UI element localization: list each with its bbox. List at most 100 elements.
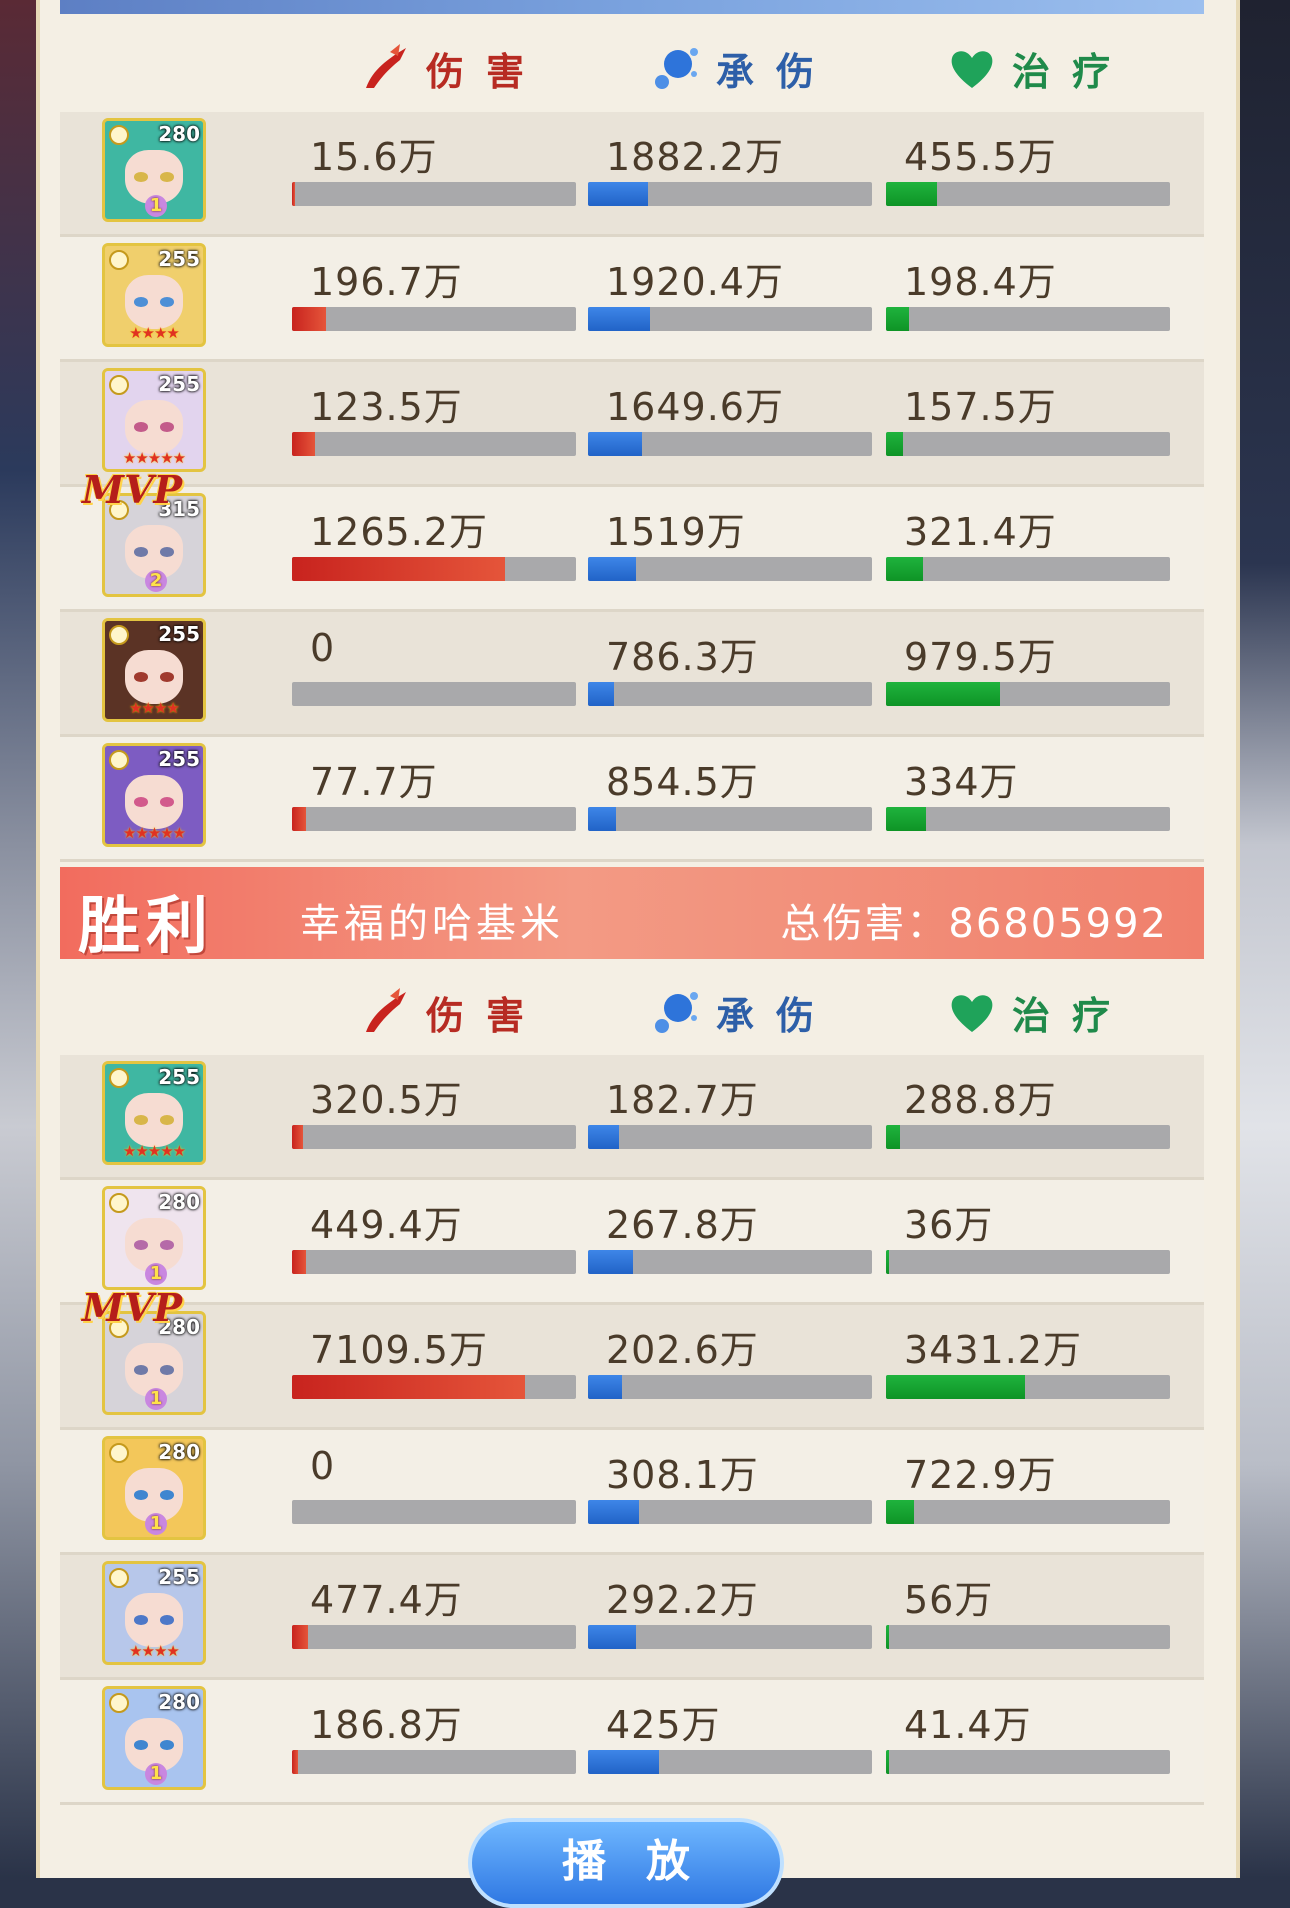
heal-bar-fill: [886, 1750, 889, 1774]
tank-stat: 1649.6万: [588, 362, 872, 487]
player-row[interactable]: 280 1 15.6万 1882.2万 455.5万: [60, 112, 1204, 237]
tank-bar: [588, 1250, 872, 1274]
damage-value: 186.8万: [310, 1703, 463, 1747]
player-row[interactable]: 280 1 186.8万 425万 41.4万: [60, 1680, 1204, 1805]
tank-bar: [588, 432, 872, 456]
hero-portrait[interactable]: 255 ★★★★: [102, 1561, 206, 1665]
damage-value: 123.5万: [310, 385, 463, 429]
damage-value: 1265.2万: [310, 510, 488, 554]
heal-bar: [886, 1250, 1170, 1274]
damage-stat: 15.6万: [292, 112, 576, 237]
player-row[interactable]: 280 1 0 308.1万 722.9万: [60, 1430, 1204, 1555]
hero-eye: [134, 421, 149, 432]
damage-icon: [366, 988, 406, 1032]
tank-stat: 267.8万: [588, 1180, 872, 1305]
damage-stat: 77.7万: [292, 737, 576, 862]
tank-stat: 1882.2万: [588, 112, 872, 237]
play-button[interactable]: 播放: [468, 1818, 784, 1908]
hero-eye: [134, 546, 149, 557]
element-icon: [109, 1443, 129, 1463]
heal-bar-fill: [886, 682, 1000, 706]
heal-stat: 198.4万: [886, 237, 1170, 362]
hero-level: 255: [158, 1565, 200, 1589]
player-row[interactable]: 255 ★★★★★ 123.5万 1649.6万 157.5万: [60, 362, 1204, 487]
heal-bar: [886, 1625, 1170, 1649]
player-row[interactable]: 280 1 449.4万 267.8万 36万: [60, 1180, 1204, 1305]
damage-bar-fill: [292, 1375, 525, 1399]
element-icon: [109, 1068, 129, 1088]
element-icon: [109, 1693, 129, 1713]
tank-bar-fill: [588, 1250, 634, 1274]
player-row[interactable]: 255 ★★★★★ 77.7万 854.5万 334万: [60, 737, 1204, 862]
hero-portrait[interactable]: 280 1: [102, 1436, 206, 1540]
damage-stat: 320.5万: [292, 1055, 576, 1180]
damage-bar-fill: [292, 1750, 298, 1774]
damage-bar: [292, 432, 576, 456]
tank-bar-fill: [588, 307, 651, 331]
hero-level: 255: [158, 747, 200, 771]
hero-level: 255: [158, 247, 200, 271]
damage-bar: [292, 1750, 576, 1774]
tank-bar-fill: [588, 807, 617, 831]
damage-bar-fill: [292, 307, 327, 331]
tank-stat: 1519万: [588, 487, 872, 612]
tank-stat: 854.5万: [588, 737, 872, 862]
damage-bar: [292, 182, 576, 206]
heal-stat: 41.4万: [886, 1680, 1170, 1805]
damage-stat: 1265.2万: [292, 487, 576, 612]
tank-bar: [588, 182, 872, 206]
hero-portrait[interactable]: 280 1: [102, 1186, 206, 1290]
tank-stat: 202.6万: [588, 1305, 872, 1430]
heal-bar-fill: [886, 1375, 1026, 1399]
hero-level: 280: [158, 1190, 200, 1214]
hero-portrait[interactable]: 280 1: [102, 1686, 206, 1790]
player-row[interactable]: 255 ★★★★★ 320.5万 182.7万 288.8万: [60, 1055, 1204, 1180]
hero-eye: [134, 1114, 149, 1125]
hero-level: 280: [158, 122, 200, 146]
heal-value: 157.5万: [904, 385, 1057, 429]
heal-header: 治疗: [946, 968, 1132, 1056]
hero-eye: [134, 1739, 149, 1750]
heal-bar-fill: [886, 1250, 889, 1274]
damage-stat: 477.4万: [292, 1555, 576, 1680]
tank-bar: [588, 557, 872, 581]
damage-header: 伤害: [360, 968, 546, 1056]
tank-bar: [588, 1375, 872, 1399]
hero-portrait[interactable]: 280 1: [102, 118, 206, 222]
element-icon: [109, 1193, 129, 1213]
damage-bar: [292, 1500, 576, 1524]
hero-portrait[interactable]: 255 ★★★★★: [102, 743, 206, 847]
damage-stat: 0: [292, 612, 576, 737]
heal-bar-fill: [886, 1125, 901, 1149]
total-damage: 总伤害：86805992: [780, 901, 1168, 947]
heal-stat: 36万: [886, 1180, 1170, 1305]
player-row[interactable]: 255 ★★★★ 196.7万 1920.4万 198.4万: [60, 237, 1204, 362]
hero-portrait[interactable]: 255 ★★★★: [102, 243, 206, 347]
rank-badge: 1: [145, 1263, 167, 1285]
heal-value: 321.4万: [904, 510, 1057, 554]
player-row[interactable]: MVP 280 1 7109.5万 202.6万 3431.2万: [60, 1285, 1204, 1430]
heart-icon: [951, 51, 993, 88]
damage-header: 伤害: [360, 24, 546, 112]
player-row[interactable]: 255 ★★★★ 0 786.3万 979.5万: [60, 612, 1204, 737]
heal-stat: 157.5万: [886, 362, 1170, 487]
hero-eye: [134, 671, 149, 682]
heal-bar: [886, 682, 1170, 706]
hero-eye: [134, 1489, 149, 1500]
damage-value: 0: [310, 626, 336, 670]
heal-value: 198.4万: [904, 260, 1057, 304]
tank-bar-fill: [588, 182, 648, 206]
hero-portrait[interactable]: 255 ★★★★★: [102, 1061, 206, 1165]
player-row[interactable]: MVP 315 2 1265.2万 1519万 321.4万: [60, 467, 1204, 612]
damage-bar-fill: [292, 557, 505, 581]
tank-icon: [655, 48, 698, 89]
player-row[interactable]: 255 ★★★★ 477.4万 292.2万 56万: [60, 1555, 1204, 1680]
tank-value: 182.7万: [606, 1078, 759, 1122]
heal-bar-fill: [886, 557, 923, 581]
tank-value: 308.1万: [606, 1453, 759, 1497]
hero-portrait[interactable]: 255 ★★★★★: [102, 368, 206, 472]
damage-bar: [292, 807, 576, 831]
damage-stat: 0: [292, 1430, 576, 1555]
hero-portrait[interactable]: 255 ★★★★: [102, 618, 206, 722]
heal-bar: [886, 1125, 1170, 1149]
